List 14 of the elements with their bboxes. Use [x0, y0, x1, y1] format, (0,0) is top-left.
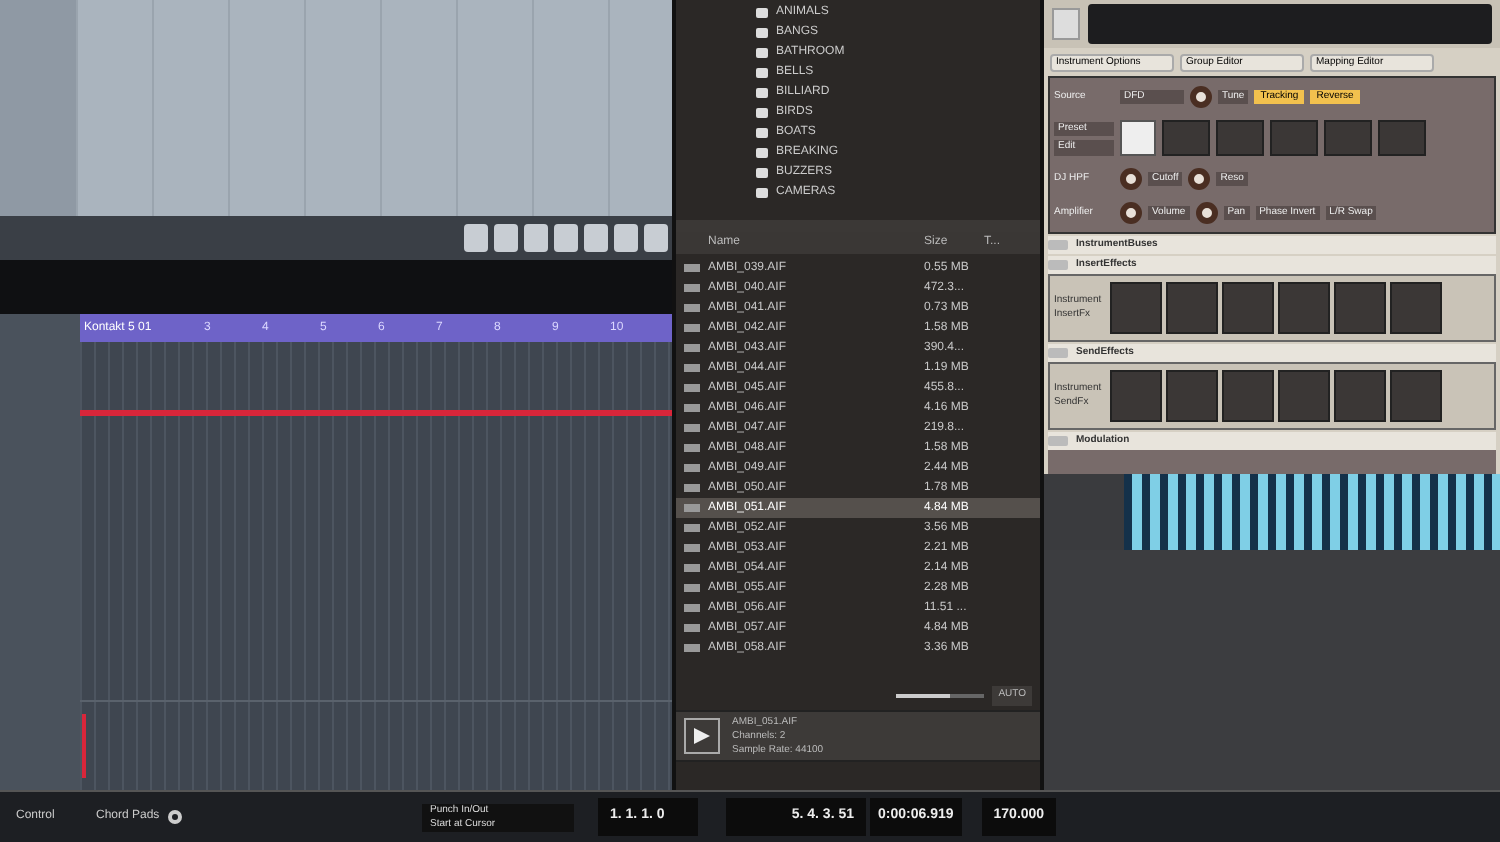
ruler-corner: [0, 314, 80, 342]
knob[interactable]: [1120, 168, 1142, 190]
knob[interactable]: [1190, 86, 1212, 108]
knob[interactable]: [1188, 168, 1211, 190]
piano-keyboard[interactable]: [1124, 474, 1500, 550]
play-icon: [692, 726, 712, 746]
effect-slot[interactable]: [1120, 120, 1156, 156]
collapse-button[interactable]: [1048, 436, 1068, 446]
pitch-wheel[interactable]: [1044, 474, 1124, 550]
knob[interactable]: [1120, 202, 1142, 224]
knob[interactable]: [1195, 202, 1218, 224]
settings-icon[interactable]: [168, 810, 182, 824]
collapse-button[interactable]: [1048, 348, 1068, 358]
play-button[interactable]: [684, 718, 720, 754]
